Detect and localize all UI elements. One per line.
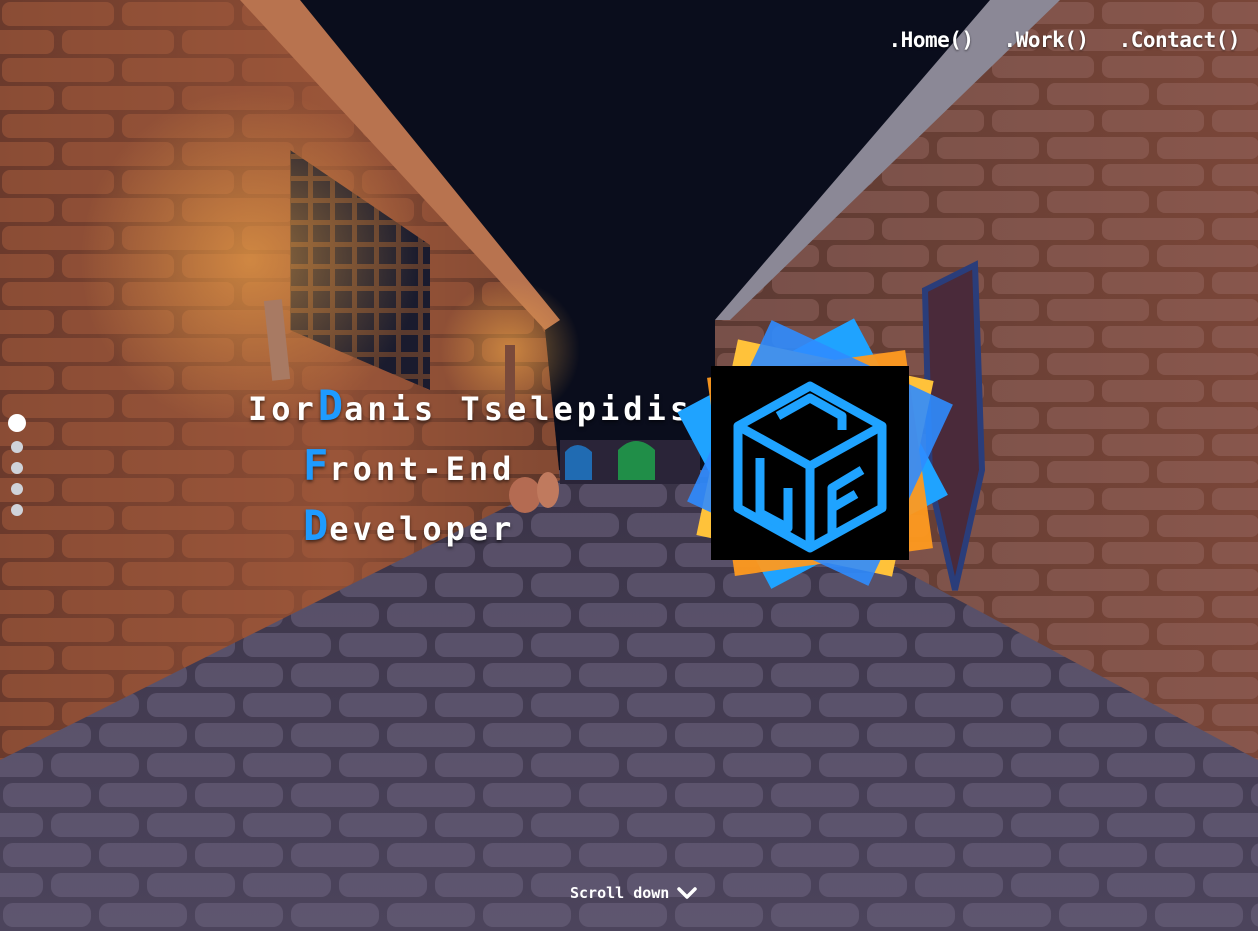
role-capital-letter-1: F — [303, 441, 330, 490]
nav-contact-link[interactable]: .Contact() — [1119, 28, 1241, 52]
section-indicator — [8, 414, 26, 516]
section-dot-5[interactable] — [11, 504, 23, 516]
role-rest-1: ront-End — [329, 450, 516, 488]
nav-home-link[interactable]: .Home() — [889, 28, 975, 52]
name-capital-letter: D — [317, 381, 345, 430]
section-dot-3[interactable] — [11, 462, 23, 474]
name-prefix: Ior — [248, 390, 318, 428]
role-rest-2: eveloper — [329, 510, 516, 548]
section-dot-1[interactable] — [8, 414, 26, 432]
hero-name-line: IorDanis Tselepidis — [248, 383, 693, 443]
chevron-down-icon — [677, 887, 698, 899]
hero-heading: IorDanis Tselepidis Front-End Developer — [248, 383, 693, 563]
scroll-down-label: Scroll down — [570, 884, 670, 902]
section-dot-2[interactable] — [11, 441, 23, 453]
brand-logo — [677, 318, 953, 589]
nav-work-link[interactable]: .Work() — [1004, 28, 1090, 52]
section-dot-4[interactable] — [11, 483, 23, 495]
main-nav: .Home() .Work() .Contact() — [889, 28, 1241, 52]
hero-role-line-1: Front-End — [248, 443, 693, 503]
name-rest: anis Tselepidis — [344, 390, 694, 428]
scroll-down-button[interactable]: Scroll down — [570, 884, 698, 902]
hero-role-line-2: Developer — [248, 503, 693, 563]
role-capital-letter-2: D — [303, 501, 330, 550]
